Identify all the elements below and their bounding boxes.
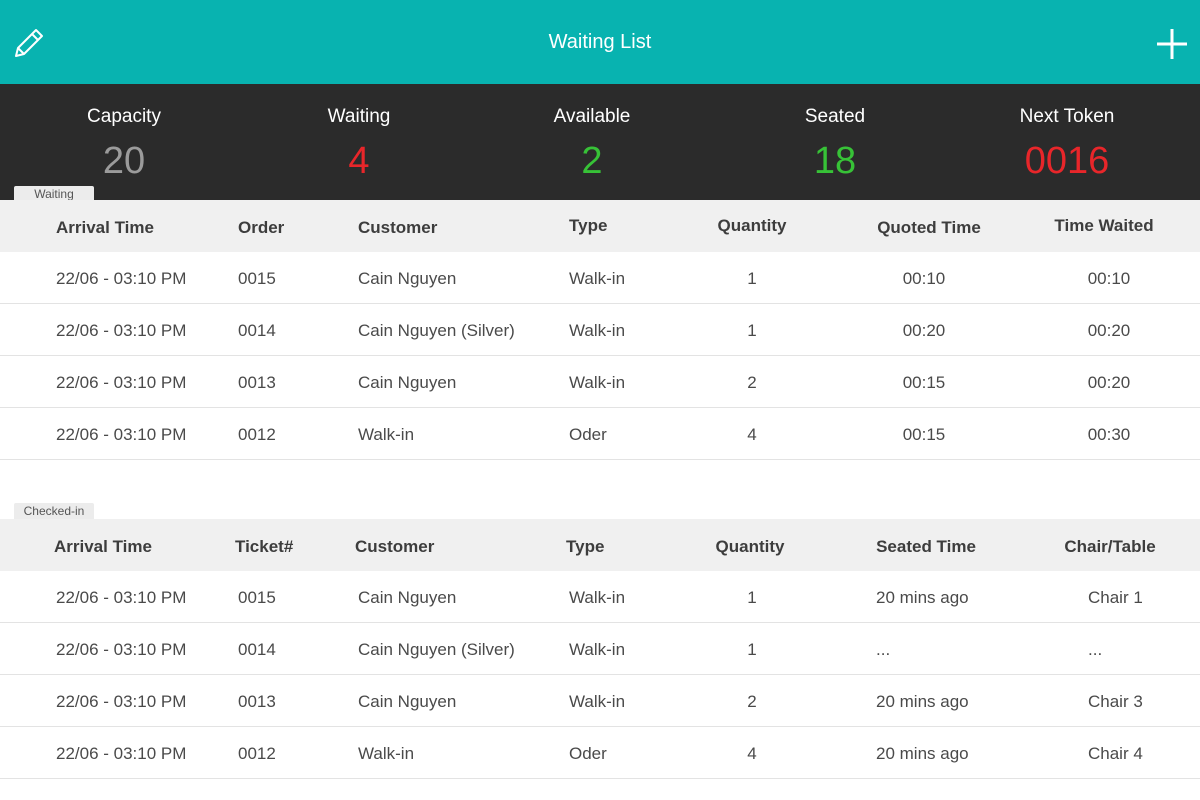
cell-chair-table: Chair 1 [1088,588,1143,607]
cell-order: 0014 [238,321,276,340]
cell-type: Walk-in [569,640,626,659]
waiting-row[interactable]: 22/06 - 03:10 PM 0013 Cain Nguyen Walk-i… [0,356,1200,408]
column-header[interactable]: Quantity [700,537,800,557]
waiting-row[interactable]: 22/06 - 03:10 PM 0014 Cain Nguyen (Silve… [0,304,1200,356]
column-header[interactable]: Chair/Table [1045,537,1175,557]
cell-seated-time: ... [876,640,891,659]
cell-arrival-time: 22/06 - 03:10 PM [56,425,187,444]
cell-ticket: 0013 [238,692,276,711]
checked-in-row[interactable]: 22/06 - 03:10 PM 0014 Cain Nguyen (Silve… [0,623,1200,675]
stat-value: 0016 [1024,140,1110,182]
column-header[interactable]: Quantity [702,216,802,236]
cell-customer: Cain Nguyen [358,269,457,288]
cell-type: Walk-in [569,269,626,288]
cell-type: Oder [569,744,607,763]
cell-arrival-time: 22/06 - 03:10 PM [56,321,187,340]
cell-customer: Cain Nguyen (Silver) [358,640,515,659]
cell-time-waited: 00:30 [1087,425,1131,444]
cell-type: Walk-in [569,321,626,340]
cell-quoted-time: 00:15 [902,425,946,444]
stats-panel: Capacity 20 Waiting 4 Available 2 Seated… [0,84,1200,200]
cell-time-waited: 00:20 [1087,373,1131,392]
add-button[interactable] [1154,26,1190,62]
cell-quantity: 1 [747,321,757,340]
checked-in-row[interactable]: 22/06 - 03:10 PM 0015 Cain Nguyen Walk-i… [0,571,1200,623]
checked-in-row[interactable]: 22/06 - 03:10 PM 0012 Walk-in Oder 4 20 … [0,727,1200,779]
column-header[interactable]: Seated Time [861,537,991,557]
cell-chair-table: ... [1088,640,1103,659]
column-header[interactable]: Type [566,537,604,557]
column-header[interactable]: Customer [355,537,434,557]
checked-in-section-tab: Checked-in [14,503,94,519]
cell-quoted-time: 00:20 [902,321,946,340]
column-header[interactable]: Time Waited [1039,216,1169,236]
stat-label: Available [553,106,631,127]
stat-value: 4 [348,140,370,182]
plus-icon [1157,29,1187,59]
cell-quantity: 1 [747,269,757,288]
cell-time-waited: 00:20 [1087,321,1131,340]
cell-customer: Cain Nguyen (Silver) [358,321,515,340]
cell-chair-table: Chair 4 [1088,744,1143,763]
cell-quantity: 4 [747,744,757,763]
waiting-row[interactable]: 22/06 - 03:10 PM 0015 Cain Nguyen Walk-i… [0,252,1200,304]
column-header[interactable]: Order [238,218,284,238]
cell-order: 0015 [238,269,276,288]
stat-value: 18 [813,140,857,182]
cell-quoted-time: 00:15 [902,373,946,392]
column-header[interactable]: Customer [358,218,437,238]
column-header[interactable]: Arrival Time [56,218,154,238]
cell-quantity: 2 [747,373,757,392]
cell-quantity: 1 [747,588,757,607]
waiting-row[interactable]: 22/06 - 03:10 PM 0012 Walk-in Oder 4 00:… [0,408,1200,460]
column-header[interactable]: Type [569,216,607,236]
cell-order: 0012 [238,425,276,444]
top-bar: Waiting List [0,0,1200,84]
cell-quantity: 1 [747,640,757,659]
cell-type: Walk-in [569,692,626,711]
cell-chair-table: Chair 3 [1088,692,1143,711]
stat-label: Next Token [1019,106,1115,127]
column-header[interactable]: Ticket# [235,537,293,557]
cell-customer: Cain Nguyen [358,588,457,607]
cell-customer: Cain Nguyen [358,692,457,711]
cell-arrival-time: 22/06 - 03:10 PM [56,373,187,392]
checked-in-table-header: Arrival Time Ticket# Customer Type Quant… [0,519,1200,571]
cell-arrival-time: 22/06 - 03:10 PM [56,269,187,288]
checked-in-row[interactable]: 22/06 - 03:10 PM 0013 Cain Nguyen Walk-i… [0,675,1200,727]
cell-time-waited: 00:10 [1087,269,1131,288]
stat-value: 2 [581,140,603,182]
cell-ticket: 0015 [238,588,276,607]
cell-arrival-time: 22/06 - 03:10 PM [56,588,187,607]
cell-seated-time: 20 mins ago [876,588,969,607]
cell-ticket: 0014 [238,640,276,659]
column-header[interactable]: Arrival Time [54,537,152,557]
cell-seated-time: 20 mins ago [876,744,969,763]
stat-label: Waiting [327,106,391,127]
stat-value: 20 [102,140,146,182]
cell-customer: Walk-in [358,744,415,763]
cell-order: 0013 [238,373,276,392]
cell-seated-time: 20 mins ago [876,692,969,711]
stat-label: Seated [804,106,866,127]
cell-quoted-time: 00:10 [902,269,946,288]
cell-customer: Cain Nguyen [358,373,457,392]
cell-type: Oder [569,425,607,444]
waiting-table-header: Arrival Time Order Customer Type Quantit… [0,200,1200,252]
cell-type: Walk-in [569,373,626,392]
cell-type: Walk-in [569,588,626,607]
cell-customer: Walk-in [358,425,415,444]
cell-quantity: 2 [747,692,757,711]
page-title: Waiting List [548,31,652,53]
column-header[interactable]: Quoted Time [864,218,994,238]
cell-arrival-time: 22/06 - 03:10 PM [56,640,187,659]
stat-label: Capacity [87,106,161,127]
cell-arrival-time: 22/06 - 03:10 PM [56,692,187,711]
cell-quantity: 4 [747,425,757,444]
cell-arrival-time: 22/06 - 03:10 PM [56,744,187,763]
cell-ticket: 0012 [238,744,276,763]
